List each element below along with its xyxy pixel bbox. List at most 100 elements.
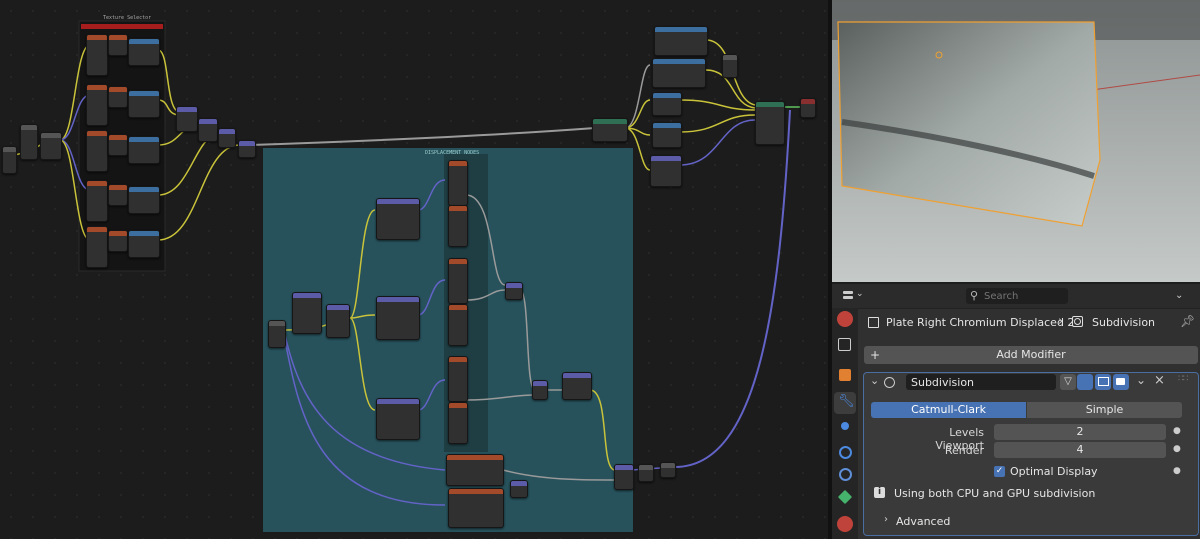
node-metallic[interactable] (652, 92, 682, 116)
node-principled-input[interactable] (592, 118, 628, 142)
simple-option[interactable]: Simple (1027, 402, 1182, 418)
search-input[interactable] (984, 288, 1064, 304)
search-field[interactable]: ⚲ (966, 288, 1068, 304)
node-bump[interactable] (650, 155, 682, 187)
node-reroute-group[interactable] (40, 132, 62, 160)
node-random-select-3[interactable] (376, 398, 420, 440)
levels-viewport-field[interactable]: 2 (994, 424, 1166, 440)
node-image-texture-5b[interactable] (108, 230, 128, 252)
node-mix-2[interactable] (198, 118, 218, 142)
node-material-output[interactable] (800, 98, 816, 118)
render-levels-value: 4 (1076, 443, 1084, 456)
dropdown-chevron-icon[interactable]: ⌄ (1136, 373, 1146, 387)
modifier-name-field[interactable] (906, 374, 1056, 390)
edit-mode-toggle[interactable] (1077, 374, 1093, 390)
options-button[interactable]: ⌄ (1175, 288, 1195, 304)
3d-viewport[interactable] (832, 0, 1200, 282)
node-group-input[interactable] (268, 320, 286, 348)
node-disp-texture-3[interactable] (448, 258, 468, 304)
node-mix-1[interactable] (176, 106, 198, 132)
editor-type-button[interactable]: ⌄ (840, 288, 866, 304)
node-color-ramp-5[interactable] (128, 230, 160, 258)
plus-icon: + (870, 348, 881, 362)
menu-icon: ⌄ (1175, 290, 1184, 301)
node-disp-texture-2[interactable] (448, 205, 468, 247)
tab-physics[interactable] (839, 446, 852, 459)
node-image-texture-1b[interactable] (108, 34, 128, 56)
node-image-texture-3[interactable] (86, 130, 108, 172)
tab-particles[interactable] (841, 422, 849, 430)
node-disp-mix-1[interactable] (505, 282, 523, 300)
add-modifier-label: Add Modifier (996, 348, 1066, 361)
close-icon[interactable]: × (1154, 373, 1165, 388)
frame-label-texture: Texture Selector (103, 15, 152, 21)
node-random-select-2[interactable] (376, 296, 420, 340)
catmull-clark-option[interactable]: Catmull-Clark (871, 402, 1026, 418)
node-displacement[interactable] (614, 464, 634, 490)
texture-frame-warning-bar (81, 24, 163, 29)
node-disp-texture-1[interactable] (448, 160, 468, 206)
node-hue-adjust[interactable] (654, 26, 708, 56)
node-disp-mix-2[interactable] (532, 380, 548, 400)
node-color-ramp-2[interactable] (128, 90, 160, 118)
advanced-chevron-icon[interactable]: › (884, 514, 888, 525)
node-color-ramp-3[interactable] (128, 136, 160, 164)
node-disp-texture-4[interactable] (448, 304, 468, 346)
node-bright-contrast[interactable] (652, 58, 706, 88)
advanced-subpanel-label[interactable]: Advanced (896, 515, 950, 528)
keyframe-dot-icon[interactable]: ● (1173, 444, 1181, 454)
drag-handle-icon[interactable]: ∷∷ (1178, 374, 1189, 384)
node-disp-texture-5[interactable] (448, 356, 468, 402)
render-levels-field[interactable]: 4 (994, 442, 1166, 458)
collapse-chevron-icon[interactable]: ⌄ (870, 374, 879, 387)
node-mapping[interactable] (20, 124, 38, 160)
node-disp-out-1[interactable] (638, 464, 654, 482)
node-image-texture-3b[interactable] (108, 134, 128, 156)
node-disp-mix-3[interactable] (562, 372, 592, 400)
simple-label: Simple (1085, 403, 1124, 416)
node-disp-mix-4[interactable] (510, 480, 528, 498)
node-noise-texture[interactable] (448, 488, 504, 528)
node-image-texture-2[interactable] (86, 84, 108, 126)
properties-header: ⌄ ⚲ ⌄ (832, 284, 1200, 309)
node-color-ramp-4[interactable] (128, 186, 160, 214)
pin-icon[interactable]: 📌︎ (1180, 314, 1195, 328)
node-mix-3[interactable] (218, 128, 236, 148)
node-color-ramp-1[interactable] (128, 38, 160, 66)
node-mix-4[interactable] (238, 140, 256, 158)
realtime-display-toggle[interactable] (1095, 374, 1111, 390)
node-image-texture-5[interactable] (86, 226, 108, 268)
node-voronoi[interactable] (446, 454, 504, 486)
node-disp-out-2[interactable] (660, 462, 676, 478)
render-toggle[interactable] (1113, 374, 1129, 390)
keyframe-dot-icon[interactable]: ● (1173, 466, 1181, 476)
node-texture-coordinate[interactable] (2, 146, 17, 174)
search-icon: ⚲ (970, 289, 979, 302)
catmull-clark-label: Catmull-Clark (911, 403, 986, 416)
node-noise-mix[interactable] (326, 304, 350, 338)
tab-object[interactable] (839, 369, 851, 381)
node-reroute-small[interactable] (722, 54, 738, 78)
optimal-display-checkbox[interactable]: ✓ (994, 466, 1005, 477)
breadcrumb-separator: › (1058, 314, 1064, 329)
tab-modifiers[interactable]: 🔧︎ (834, 392, 856, 414)
node-principled-bsdf[interactable] (755, 101, 785, 145)
tab-collection[interactable] (838, 338, 851, 351)
add-modifier-button[interactable]: + Add Modifier (864, 346, 1198, 364)
node-image-texture-1[interactable] (86, 34, 108, 76)
tab-world[interactable] (837, 311, 853, 327)
node-image-texture-4b[interactable] (108, 184, 128, 206)
node-texture-switch[interactable] (292, 292, 322, 334)
subdivision-modifier-panel: ⌄ ▽ ⌄ × ∷∷ Catmull-Clark Simple Levels V… (863, 372, 1199, 536)
node-image-texture-2b[interactable] (108, 86, 128, 108)
tab-data[interactable] (837, 489, 853, 505)
node-image-texture-4[interactable] (86, 180, 108, 222)
edit-mode-cage-toggle[interactable]: ▽ (1060, 374, 1076, 390)
tab-constraints[interactable] (839, 468, 852, 481)
tab-material[interactable] (837, 516, 853, 532)
keyframe-dot-icon[interactable]: ● (1173, 426, 1181, 436)
node-roughness[interactable] (652, 122, 682, 148)
node-disp-texture-6[interactable] (448, 402, 468, 444)
node-editor[interactable]: Texture Selector DISPLACEMENT NODES (0, 0, 828, 539)
node-random-select-1[interactable] (376, 198, 420, 240)
